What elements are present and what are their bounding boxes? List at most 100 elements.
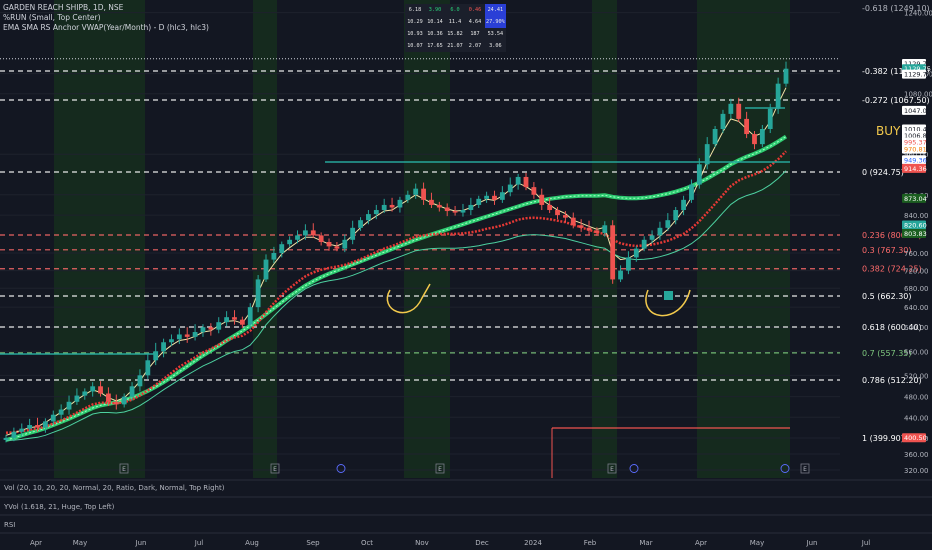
candle-body xyxy=(129,386,135,397)
candle-body xyxy=(74,395,80,402)
x-tick-label: Sep xyxy=(306,539,320,547)
chart-title: GARDEN REACH SHIPB, 1D, NSE xyxy=(3,3,124,12)
candle-body xyxy=(389,204,395,208)
dividend-marker xyxy=(629,464,639,473)
candle-body xyxy=(161,342,166,352)
candle-body xyxy=(775,83,781,109)
x-tick-label: Aug xyxy=(245,539,259,547)
candle-body xyxy=(106,393,111,402)
x-tick-label: May xyxy=(73,539,87,547)
candle-body xyxy=(287,239,293,245)
x-tick-label: Dec xyxy=(475,539,489,547)
candle-body xyxy=(66,401,72,410)
y-tick-label: 720.00 xyxy=(904,268,929,276)
candle-body xyxy=(539,194,545,205)
candle-body xyxy=(318,235,324,242)
candle-body xyxy=(27,425,33,429)
session-band xyxy=(697,0,790,478)
stats-table: 6.18 3.90 6.0 0.46 24.41 10.29 10.14 11.… xyxy=(405,4,506,52)
candle-body xyxy=(169,339,174,343)
earnings-marker-label: E xyxy=(122,466,126,473)
candle-body xyxy=(468,204,474,211)
y-tick-label: 680.00 xyxy=(904,285,929,293)
candle-body xyxy=(279,244,285,254)
candle-body xyxy=(326,241,332,247)
stats-cell: 17.65 xyxy=(425,40,445,52)
stats-cell: 27.90% xyxy=(485,16,506,28)
y-tick-label: 600.00 xyxy=(904,324,929,332)
candle-body xyxy=(113,401,119,405)
x-tick-label: Apr xyxy=(30,539,42,547)
candle-body xyxy=(673,210,679,221)
candle-body xyxy=(200,327,206,333)
price-tag-label: 1047.05 xyxy=(904,107,931,115)
x-tick-label: Mar xyxy=(639,539,652,547)
candle-body xyxy=(767,108,773,130)
price-tag-label: 1129.75 xyxy=(904,71,931,79)
y-tick-label: 360.00 xyxy=(904,451,929,459)
price-chart[interactable]: -0.618 (1249.10)-0.382 (1125.25)-0.272 (… xyxy=(0,0,932,550)
x-tick-label: Apr xyxy=(695,539,707,547)
y-tick-label: 480.00 xyxy=(904,394,929,402)
price-tag-label: 949.36 xyxy=(904,156,927,164)
candle-body xyxy=(436,204,442,208)
stats-cell: 21.07 xyxy=(445,40,465,52)
stats-cell: 6.0 xyxy=(445,4,465,16)
price-tag-label: 820.60 xyxy=(904,221,927,229)
candle-body xyxy=(137,375,143,387)
candle-body xyxy=(570,217,576,226)
candle-body xyxy=(192,332,198,337)
candle-body xyxy=(19,428,25,432)
candle-body xyxy=(507,184,513,193)
x-tick-label: 2024 xyxy=(524,539,542,547)
candle-body xyxy=(720,113,726,130)
stats-cell: 10.14 xyxy=(425,16,445,28)
candle-body xyxy=(263,259,269,280)
price-tag-label: 400.50 xyxy=(904,434,927,442)
price-tag-label: 803.83 xyxy=(904,230,927,238)
candle-body xyxy=(681,199,686,211)
candle-body xyxy=(334,246,340,249)
candle-body xyxy=(610,225,616,280)
y-tick-label: 1080.00 xyxy=(904,91,932,99)
stats-cell: 10.36 xyxy=(425,28,445,40)
candle-body xyxy=(736,103,742,119)
candle-body xyxy=(578,225,584,228)
stats-cell: 2.07 xyxy=(465,40,485,52)
candle-body xyxy=(752,134,757,145)
y-tick-label: 640.00 xyxy=(904,304,929,312)
candle-body xyxy=(366,214,371,221)
dividend-marker xyxy=(336,464,346,473)
candle-body xyxy=(712,129,718,145)
y-tick-label: 1240.00 xyxy=(904,10,932,18)
candle-body xyxy=(555,210,560,216)
rsi-pane-label: RSI xyxy=(4,521,16,529)
candle-body xyxy=(397,199,403,208)
x-tick-label: Feb xyxy=(584,539,597,547)
candle-body xyxy=(224,317,230,323)
y-tick-label: 440.00 xyxy=(904,414,929,422)
stats-cell: 10.93 xyxy=(405,28,425,40)
candle-body xyxy=(295,235,300,240)
candle-body xyxy=(42,421,48,428)
candle-body xyxy=(452,211,458,213)
stats-cell: 6.18 xyxy=(405,4,425,16)
candle-body xyxy=(444,207,450,212)
candle-body xyxy=(405,194,411,200)
candle-body xyxy=(602,225,608,233)
stats-cell: 0.46 xyxy=(465,4,485,16)
indicator-run: %RUN (Small, Top Center) xyxy=(3,13,101,22)
candle-body xyxy=(11,431,17,438)
stats-cell: 10.29 xyxy=(405,16,425,28)
candle-body xyxy=(728,103,734,114)
fib-label: 0 (924.75) xyxy=(862,168,904,177)
candle-body xyxy=(633,248,639,258)
y-tick-label: 560.00 xyxy=(904,348,929,356)
candle-body xyxy=(310,230,316,236)
candle-body xyxy=(302,230,308,236)
price-tag-label: 914.36 xyxy=(904,165,927,173)
candle-body xyxy=(208,327,214,330)
buy-annotation: BUY xyxy=(876,124,901,138)
candle-body xyxy=(421,188,426,200)
vol-pane-label: Vol (20, 10, 20, 20, Normal, 20, Ratio, … xyxy=(4,484,225,492)
